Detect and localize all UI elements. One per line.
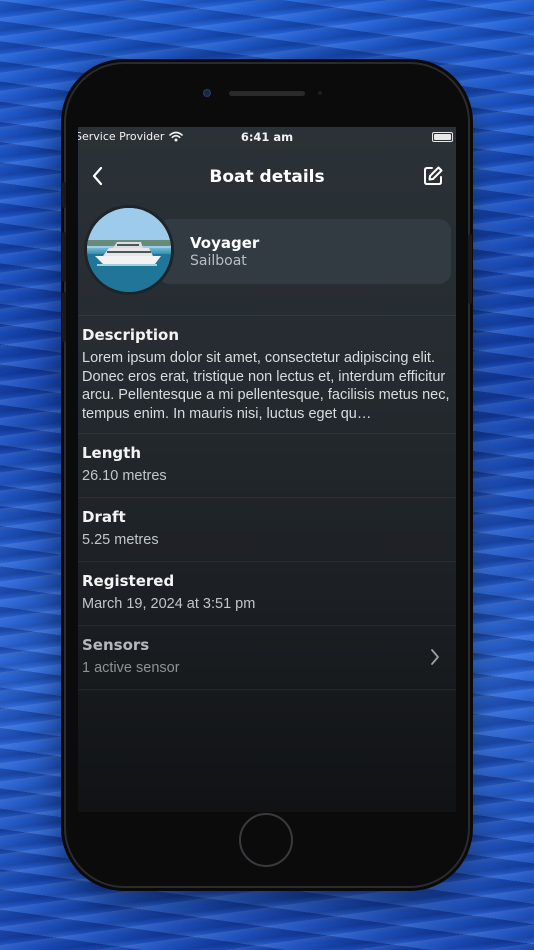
detail-row-registered: Registered March 19, 2024 at 3:51 pm [78,562,456,625]
yacht-image [87,208,171,292]
sensors-row[interactable]: Sensors 1 active sensor [78,626,456,689]
description-text: Lorem ipsum dolor sit amet, consectetur … [82,350,450,422]
boat-header-card: Voyager Sailboat [78,205,456,315]
edit-icon [424,166,443,185]
draft-label: Draft [82,508,126,526]
length-label: Length [82,444,141,462]
description-section: Description Lorem ipsum dolor sit amet, … [78,316,456,433]
volume-up-button [62,232,66,282]
sensors-label: Sensors [82,636,150,654]
boat-photo [84,205,174,295]
front-camera [203,89,211,97]
detail-row-length: Length 26.10 metres [78,434,456,497]
description-label: Description [82,326,180,344]
status-time: 6:41 am [240,130,294,144]
app-screen: Service Provider 6:41 am Boat details Vo… [78,127,456,812]
phone-frame: Service Provider 6:41 am Boat details Vo… [62,64,472,886]
status-bar: Service Provider 6:41 am [78,127,456,147]
boat-type: Sailboat [190,253,247,269]
registered-label: Registered [82,572,175,590]
edit-button[interactable] [422,165,444,187]
draft-value: 5.25 metres [82,532,159,548]
proximity-sensor [318,91,322,95]
power-button [468,234,472,304]
mute-switch [62,182,66,208]
earpiece-speaker [229,91,305,96]
home-button[interactable] [239,813,293,867]
boat-name: Voyager [190,234,260,252]
navigation-bar: Boat details [78,147,456,205]
sensors-value: 1 active sensor [82,660,180,676]
detail-row-draft: Draft 5.25 metres [78,498,456,561]
chevron-right-icon [431,649,439,665]
registered-value: March 19, 2024 at 3:51 pm [82,596,256,612]
page-title: Boat details [209,167,325,187]
battery-icon [432,132,453,142]
volume-down-button [62,292,66,342]
divider [78,689,456,690]
length-value: 26.10 metres [82,468,167,484]
